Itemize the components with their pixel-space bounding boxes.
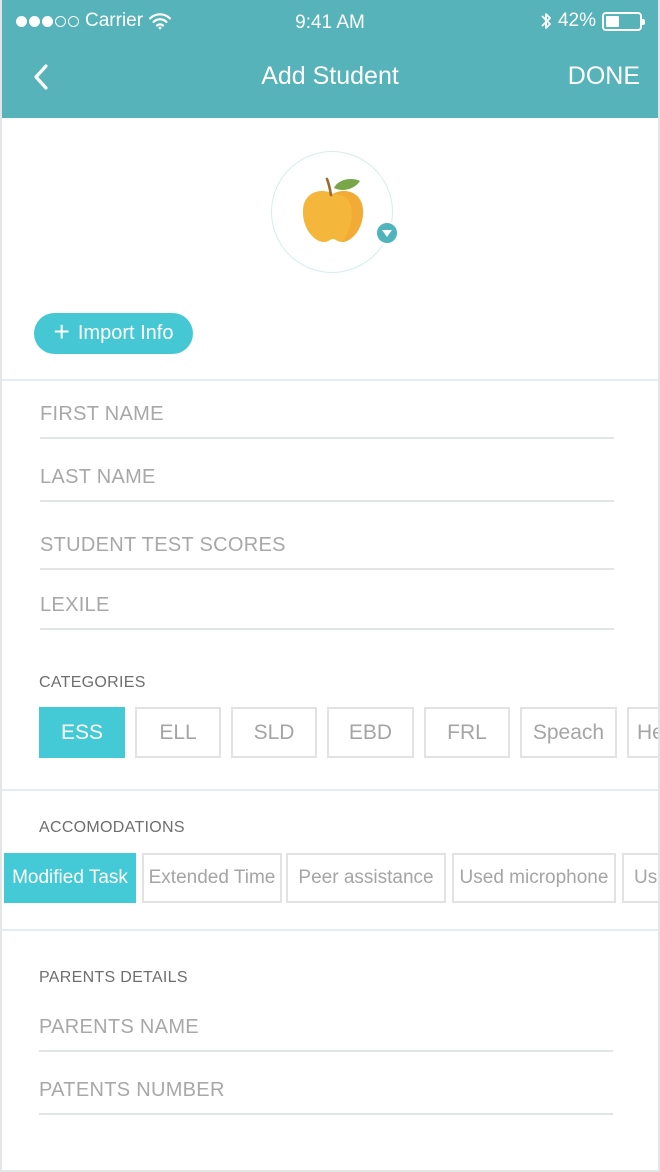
categories-chip-row: ESS ELL SLD EBD FRL Speach He: [2, 707, 658, 761]
import-info-label: Import Info: [77, 322, 174, 344]
last-name-input[interactable]: [40, 456, 614, 489]
import-info-button[interactable]: + Import Info: [34, 313, 193, 354]
status-bar: Carrier 9:41 AM 42%: [2, 0, 658, 44]
done-button[interactable]: DONE: [568, 62, 640, 91]
test-scores-field: [40, 524, 614, 570]
apple-icon: [302, 177, 364, 242]
category-chip[interactable]: He: [627, 707, 658, 758]
divider: [2, 789, 658, 791]
lexile-field: [40, 584, 614, 630]
accomodation-chip[interactable]: Extended Time: [142, 853, 282, 903]
test-scores-input[interactable]: [40, 524, 614, 557]
accomodation-chip[interactable]: Modified Task: [4, 853, 136, 903]
parents-name-field: [39, 1006, 613, 1052]
categories-label: CATEGORIES: [39, 674, 146, 691]
accomodation-chip[interactable]: Us: [622, 853, 658, 903]
caret-down-icon: [382, 229, 392, 237]
last-name-field: [40, 456, 614, 502]
accomodation-chip[interactable]: Used microphone: [452, 853, 616, 903]
header: Carrier 9:41 AM 42% Add Student DONE: [2, 0, 658, 118]
category-chip[interactable]: Speach: [520, 707, 617, 758]
app-screen: Carrier 9:41 AM 42% Add Student DONE + I…: [0, 0, 660, 1172]
category-chip[interactable]: ESS: [39, 707, 125, 758]
parents-details-label: PARENTS DETAILS: [39, 969, 188, 986]
first-name-input[interactable]: [40, 393, 614, 426]
status-right: 42%: [540, 10, 645, 32]
student-avatar[interactable]: [271, 151, 393, 273]
chevron-left-icon: [34, 64, 48, 90]
lexile-input[interactable]: [40, 584, 614, 617]
category-chip[interactable]: EBD: [327, 707, 414, 758]
category-chip[interactable]: ELL: [135, 707, 221, 758]
page-title: Add Student: [261, 62, 399, 90]
battery-percent: 42%: [557, 10, 596, 31]
first-name-field: [40, 393, 614, 439]
parents-name-input[interactable]: [39, 1006, 613, 1039]
bluetooth-icon: [541, 13, 551, 29]
accomodations-label: ACCOMODATIONS: [39, 819, 185, 836]
battery-level: [606, 15, 620, 27]
avatar-dropdown-button[interactable]: [375, 221, 399, 245]
plus-icon: +: [53, 316, 70, 347]
category-chip[interactable]: FRL: [424, 707, 510, 758]
category-chip[interactable]: SLD: [231, 707, 317, 758]
accomodations-chip-row: Modified Task Extended Time Peer assista…: [2, 853, 658, 907]
divider: [2, 379, 658, 381]
divider: [2, 929, 658, 931]
parents-number-field: [39, 1069, 613, 1115]
parents-number-input[interactable]: [39, 1069, 613, 1102]
accomodation-chip[interactable]: Peer assistance: [286, 853, 446, 903]
battery-icon: [602, 11, 645, 31]
back-button[interactable]: [30, 60, 60, 94]
